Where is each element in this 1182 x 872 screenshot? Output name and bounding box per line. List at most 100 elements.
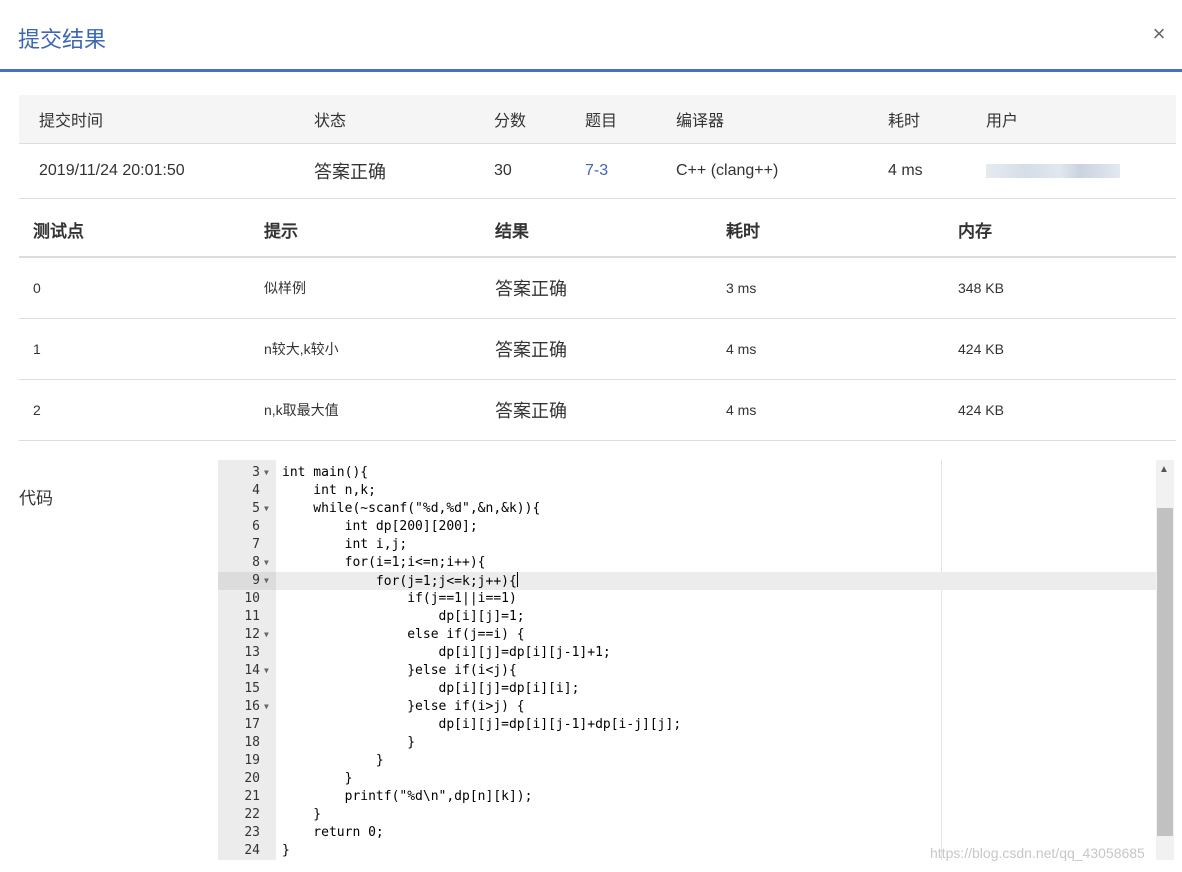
code-text: while(~scanf("%d,%d",&n,&k)){ [282,501,541,516]
code-line[interactable]: 6 int dp[200][200]; [218,518,1158,536]
line-number: 16 [244,699,260,714]
case-hint: 似样例 [250,257,481,319]
code-text: } [282,771,353,786]
fold-arrow-icon[interactable]: ▼ [264,572,274,590]
scroll-up-icon[interactable]: ▲ [1159,464,1169,475]
code-line[interactable]: 13 dp[i][j]=dp[i][j-1]+1; [218,644,1158,662]
header-score: 分数 [474,95,565,144]
fold-arrow-icon[interactable]: ▼ [264,698,274,716]
line-number: 18 [244,735,260,750]
case-id: 1 [19,318,250,380]
fold-arrow-icon[interactable]: ▼ [264,554,274,572]
line-number: 12 [244,627,260,642]
fold-arrow-icon[interactable]: ▼ [264,464,274,482]
line-number: 4 [252,483,260,498]
case-memory: 348 KB [944,257,1176,319]
code-line[interactable]: 18 } [218,734,1158,752]
line-number: 19 [244,753,260,768]
case-time: 4 ms [712,318,944,380]
header-result: 结果 [481,202,712,258]
code-text: printf("%d\n",dp[n][k]); [282,789,533,804]
code-text: dp[i][j]=dp[i][j-1]+dp[i-j][j]; [282,717,682,732]
code-text: return 0; [282,825,384,840]
code-editor[interactable]: 3 ▼ int main(){4 int n,k; 5 ▼ while(~scanf("… [218,460,1176,860]
case-memory: 424 KB [944,318,1176,380]
case-hint: n,k取最大值 [250,379,481,441]
code-line[interactable]: 9 ▼ for(j=1;j<=k;j++){ [218,572,1158,590]
header-hint: 提示 [250,202,481,258]
score-value: 30 [474,143,565,199]
code-line[interactable]: 22 } [218,806,1158,824]
problem-link[interactable]: 7-3 [585,162,608,179]
line-number: 7 [252,537,260,552]
line-number: 10 [244,591,260,606]
code-text: if(j==1||i==1) [282,591,517,606]
fold-arrow-icon[interactable]: ▼ [264,500,274,518]
submit-time: 2019/11/24 20:01:50 [19,143,294,199]
code-text: } [282,843,290,858]
code-line[interactable]: 16 ▼ }else if(i>j) { [218,698,1158,716]
user-avatar-blurred [986,163,1120,178]
case-id: 0 [19,257,250,319]
line-number: 13 [244,645,260,660]
case-hint: n较大,k较小 [250,318,481,380]
case-time: 4 ms [712,379,944,441]
modal-title: 提交结果 [18,27,107,52]
editor-scrollbar[interactable]: ▲ [1156,460,1174,860]
code-text: }else if(i<j){ [282,663,517,678]
close-icon[interactable]: × [1146,20,1172,48]
case-result: 答案正确 [481,318,712,380]
code-text: } [282,753,384,768]
line-number: 22 [244,807,260,822]
fold-arrow-icon[interactable]: ▼ [264,662,274,680]
table-row: 1 n较大,k较小 答案正确 4 ms 424 KB [19,318,1176,380]
code-line[interactable]: 7 int i,j; [218,536,1158,554]
header-compiler: 编译器 [656,95,868,144]
summary-header-row: 提交时间 状态 分数 题目 编译器 耗时 用户 [19,95,1176,144]
code-line[interactable]: 11 dp[i][j]=1; [218,608,1158,626]
code-line[interactable]: 20 } [218,770,1158,788]
header-problem: 题目 [565,95,656,144]
code-line[interactable]: 4 int n,k; [218,482,1158,500]
code-line[interactable]: 23 return 0; [218,824,1158,842]
line-number: 20 [244,771,260,786]
code-text: } [282,735,416,750]
table-row: 0 似样例 答案正确 3 ms 348 KB [19,257,1176,319]
case-id: 2 [19,379,250,441]
header-user: 用户 [966,95,1176,144]
code-line[interactable]: 19 } [218,752,1158,770]
line-number: 15 [244,681,260,696]
summary-row: 2019/11/24 20:01:50 答案正确 30 7-3 C++ (cla… [19,143,1176,199]
code-text: dp[i][j]=dp[i][i]; [282,681,580,696]
code-line[interactable]: 17 dp[i][j]=dp[i][j-1]+dp[i-j][j]; [218,716,1158,734]
header-status: 状态 [294,95,474,144]
code-text: for(i=1;i<=n;i++){ [282,555,486,570]
case-memory: 424 KB [944,379,1176,441]
code-line[interactable]: 14 ▼ }else if(i<j){ [218,662,1158,680]
watermark: https://blog.csdn.net/qq_43058685 [930,845,1145,861]
header-submit-time: 提交时间 [19,95,294,144]
text-cursor [516,572,518,587]
code-line[interactable]: 12 ▼ else if(j==i) { [218,626,1158,644]
header-test-point: 测试点 [19,202,250,258]
code-lines[interactable]: 3 ▼ int main(){4 int n,k; 5 ▼ while(~scanf("… [218,464,1158,860]
compiler-value: C++ (clang++) [656,143,868,199]
code-line[interactable]: 15 dp[i][j]=dp[i][i]; [218,680,1158,698]
scrollbar-thumb[interactable] [1157,508,1173,836]
code-line[interactable]: 10 if(j==1||i==1) [218,590,1158,608]
code-text: int n,k; [282,483,376,498]
code-line[interactable]: 3 ▼ int main(){ [218,464,1158,482]
line-number: 21 [244,789,260,804]
code-line[interactable]: 21 printf("%d\n",dp[n][k]); [218,788,1158,806]
code-text: for(j=1;j<=k;j++){ [282,572,518,589]
header-memory: 内存 [944,202,1176,258]
code-line[interactable]: 5 ▼ while(~scanf("%d,%d",&n,&k)){ [218,500,1158,518]
code-text: int main(){ [282,465,369,480]
code-text: int dp[200][200]; [282,519,478,534]
line-number: 8 [252,555,260,570]
case-time: 3 ms [712,257,944,319]
fold-arrow-icon[interactable]: ▼ [264,626,274,644]
submission-summary-table: 提交时间 状态 分数 题目 编译器 耗时 用户 2019/11/24 20:01… [19,95,1176,199]
code-text: else if(j==i) { [282,627,525,642]
code-line[interactable]: 8 ▼ for(i=1;i<=n;i++){ [218,554,1158,572]
